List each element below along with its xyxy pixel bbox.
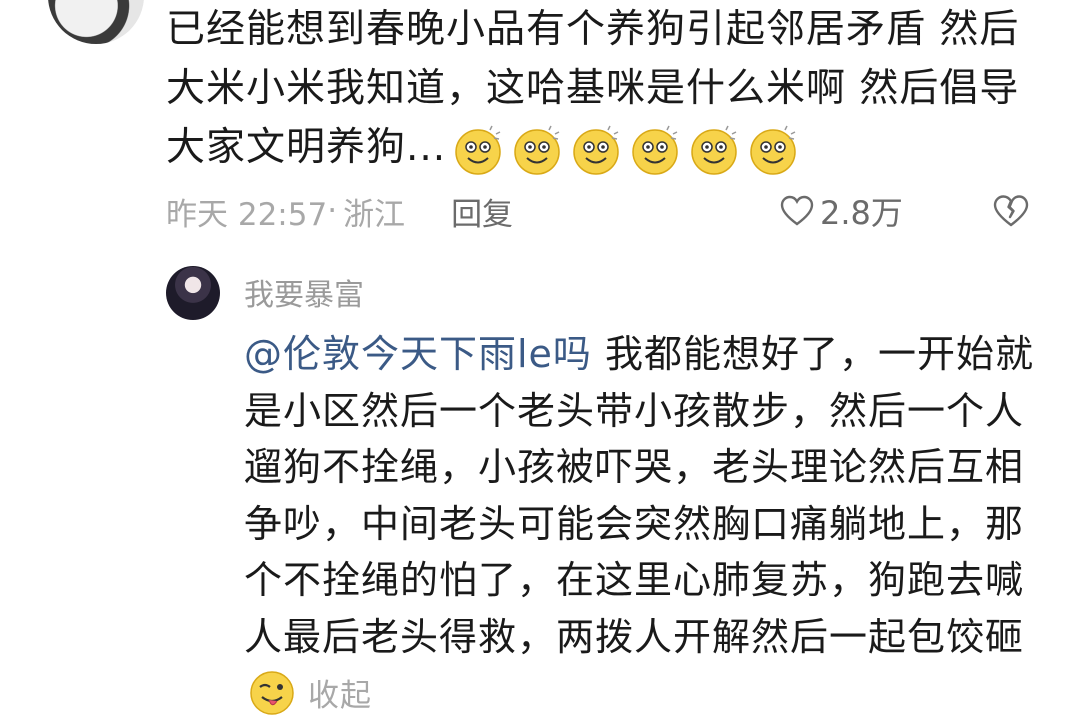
reply-text: 我都能想好了，一开始就是小区然后一个老头带小孩散步，然后一个人遛狗不拴绳，小孩被… [244,332,1035,659]
reply-body: @伦敦今天下雨le吗 我都能想好了，一开始就是小区然后一个老头带小孩散步，然后一… [244,326,1044,725]
like-count: 2.8万 [820,194,903,232]
heart-icon [780,195,814,226]
comment-location: 浙江 [343,196,406,233]
collapse-button[interactable]: 收起 [308,678,372,714]
dislike-button[interactable] [992,194,1030,228]
comment-time: 昨天 22:57 [166,196,328,233]
replier-username[interactable]: 我要暴富 [244,270,364,314]
emoji-row [452,124,799,176]
dazzled-smile-emoji-icon [691,125,737,175]
meta-separator: · [327,193,338,229]
replier-avatar[interactable] [166,266,220,320]
dazzled-smile-emoji-icon [573,125,619,175]
broken-heart-icon [993,195,1029,227]
mention-link[interactable]: @伦敦今天下雨le吗 [244,332,592,376]
dazzled-smile-emoji-icon [514,125,560,175]
comment-body: 已经能想到春晚小品有个养狗引起邻居矛盾 然后 大米小米我知道，这哈基咪是什么米啊… [166,0,1036,177]
dazzled-smile-emoji-icon [632,125,678,175]
comment-meta: 昨天 22:57 · 浙江 回复 2.8万 [166,188,1036,234]
like-button[interactable]: 2.8万 [780,188,903,234]
wink-tongue-emoji-icon [250,671,294,715]
commenter-avatar[interactable] [48,0,144,44]
dazzled-smile-emoji-icon [455,125,501,175]
reply-button[interactable]: 回复 [451,189,513,234]
dazzled-smile-emoji-icon [750,125,796,175]
